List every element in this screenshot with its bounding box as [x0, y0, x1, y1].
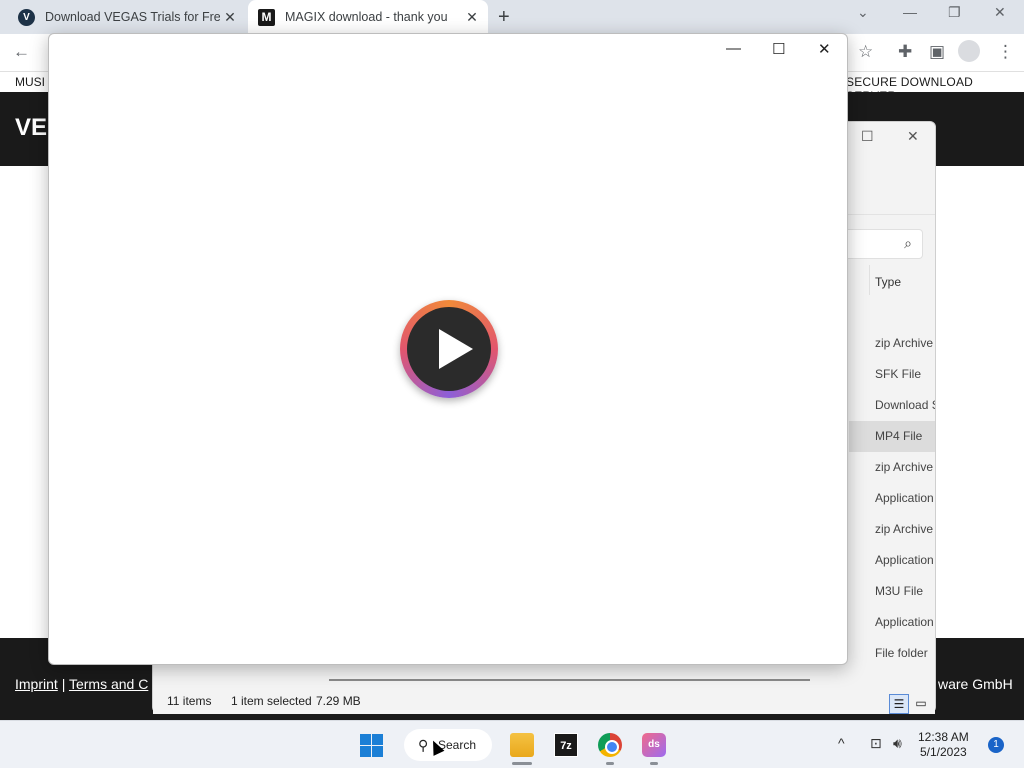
- new-tab-button[interactable]: +: [498, 6, 510, 29]
- side-panel-icon[interactable]: ▣: [929, 42, 945, 62]
- notification-badge[interactable]: 1: [988, 737, 1004, 753]
- file-row[interactable]: M3U File: [849, 576, 935, 607]
- terms-link[interactable]: Terms and C: [69, 676, 148, 692]
- file-row[interactable]: Application: [849, 545, 935, 576]
- column-header-type[interactable]: Type: [875, 275, 901, 289]
- search-input[interactable]: ⌕: [843, 229, 923, 259]
- details-view-icon[interactable]: ☰: [889, 694, 909, 714]
- windows-start-icon[interactable]: [360, 734, 383, 757]
- nav-music-link[interactable]: MUSI: [15, 75, 45, 89]
- tab-title: Download VEGAS Trials for Free |: [45, 10, 220, 24]
- menu-kebab-icon[interactable]: ⋮: [997, 42, 1014, 62]
- file-row[interactable]: File folder: [849, 638, 935, 669]
- magix-favicon-icon: M: [258, 8, 275, 26]
- running-indicator: [606, 762, 614, 765]
- column-divider[interactable]: [869, 265, 870, 295]
- item-count: 11 items: [167, 694, 212, 708]
- vegas-logo[interactable]: VE: [15, 114, 47, 142]
- ds-app-icon[interactable]: ds: [642, 733, 666, 757]
- copyright-text: ware GmbH: [938, 676, 1013, 692]
- file-row[interactable]: Application: [849, 607, 935, 638]
- close-icon[interactable]: ✕: [907, 128, 919, 145]
- file-row[interactable]: zip Archive: [849, 452, 935, 483]
- restore-icon[interactable]: ❐: [948, 4, 961, 21]
- vegas-favicon-icon: V: [18, 8, 35, 26]
- imprint-link[interactable]: Imprint: [15, 676, 58, 692]
- file-list: zip Archive SFK File Download S MP4 File…: [849, 328, 935, 669]
- tab-close-icon[interactable]: ✕: [462, 9, 482, 26]
- running-indicator: [512, 762, 532, 765]
- running-indicator: [650, 762, 658, 765]
- tab-close-icon[interactable]: ✕: [220, 9, 240, 26]
- clock-time: 12:38 AM: [918, 730, 969, 744]
- selection-size: 7.29 MB: [316, 694, 361, 708]
- selection-count: 1 item selected: [231, 694, 312, 708]
- file-row[interactable]: SFK File: [849, 359, 935, 390]
- file-row[interactable]: zip Archive: [849, 328, 935, 359]
- network-icon[interactable]: ⊡: [870, 735, 882, 752]
- file-row-selected[interactable]: MP4 File: [849, 421, 935, 452]
- tiles-view-icon[interactable]: ▭: [911, 694, 931, 714]
- play-button[interactable]: [400, 300, 498, 398]
- search-icon: ⌕: [904, 235, 912, 251]
- file-row[interactable]: Application: [849, 483, 935, 514]
- file-row[interactable]: Download S: [849, 390, 935, 421]
- tab-magix[interactable]: M MAGIX download - thank you ✕: [248, 0, 488, 34]
- maximize-icon[interactable]: ☐: [861, 128, 874, 145]
- taskbar-search[interactable]: ⚲ Search: [404, 729, 492, 761]
- extensions-puzzle-icon[interactable]: ✚: [898, 42, 912, 62]
- maximize-icon[interactable]: ☐: [772, 40, 785, 58]
- status-bar: 11 items 1 item selected 7.29 MB ☰ ▭: [153, 688, 935, 714]
- footer-separator: |: [61, 676, 66, 692]
- back-arrow-icon[interactable]: ←: [13, 42, 30, 62]
- volume-icon[interactable]: 🔊︎: [893, 735, 902, 752]
- minimize-icon[interactable]: —: [726, 40, 741, 57]
- file-explorer-icon[interactable]: [510, 733, 534, 757]
- profile-avatar[interactable]: [958, 40, 980, 62]
- file-row[interactable]: zip Archive: [849, 514, 935, 545]
- bookmark-star-icon[interactable]: ☆: [858, 42, 873, 62]
- footer-links: Imprint | Terms and C: [15, 676, 148, 692]
- minimize-icon[interactable]: —: [903, 4, 917, 20]
- chrome-icon[interactable]: [598, 733, 622, 757]
- 7zip-icon[interactable]: 7z: [554, 733, 578, 757]
- clock-date: 5/1/2023: [919, 745, 967, 759]
- media-player-window: — ☐ ✕: [48, 33, 848, 665]
- taskbar: ⚲ Search 7z ds ^ ⊡ 🔊︎ 12:38 AM 5/1/2023 …: [0, 720, 1024, 768]
- chevron-up-icon[interactable]: ^: [838, 735, 845, 751]
- tab-title: MAGIX download - thank you: [285, 10, 448, 24]
- tab-search-icon[interactable]: ⌄: [857, 4, 869, 21]
- clock[interactable]: 12:38 AM 5/1/2023: [918, 730, 969, 760]
- play-icon: [439, 329, 473, 369]
- close-icon[interactable]: ✕: [818, 40, 831, 58]
- tab-vegas[interactable]: V Download VEGAS Trials for Free | ✕: [8, 0, 246, 34]
- close-icon[interactable]: ✕: [994, 4, 1006, 21]
- horizontal-scrollbar[interactable]: [329, 679, 810, 681]
- browser-tabstrip: V Download VEGAS Trials for Free | ✕ M M…: [0, 0, 1024, 34]
- play-button-center: [407, 307, 491, 391]
- search-icon: ⚲: [418, 737, 429, 753]
